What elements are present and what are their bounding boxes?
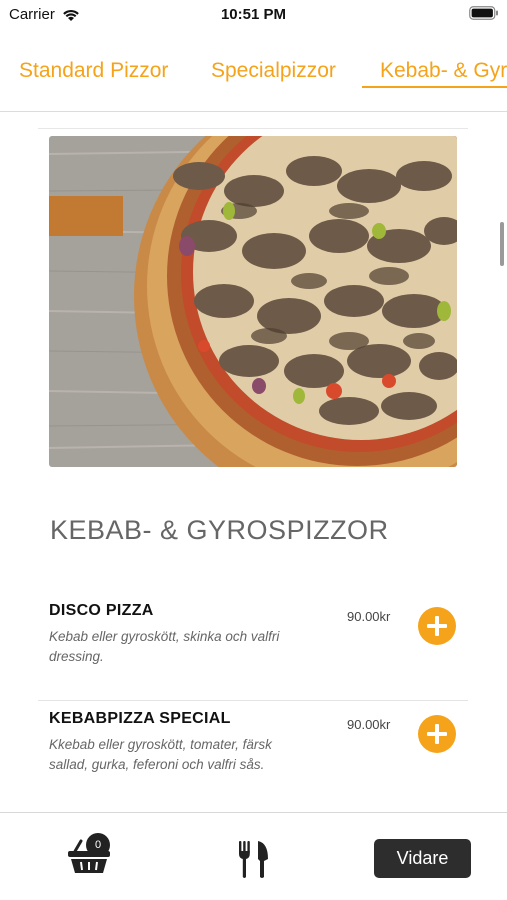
item-name: DISCO PIZZA — [49, 602, 154, 619]
menu-item: DISCO PIZZA Kebab eller gyroskött, skink… — [38, 596, 468, 701]
item-price: 90.00kr — [347, 609, 391, 624]
hero-pizza-image — [49, 136, 457, 467]
cart-count-badge: 0 — [86, 833, 110, 857]
status-bar: Carrier 10:51 PM — [0, 0, 507, 28]
selected-tab-indicator — [362, 86, 507, 88]
item-name: KEBABPIZZA SPECIAL — [49, 710, 231, 727]
tab-specialpizzor[interactable]: Specialpizzor — [211, 59, 336, 83]
add-item-button[interactable] — [418, 607, 456, 645]
status-time: 10:51 PM — [220, 6, 287, 23]
tab-kebab-gyrospizzor[interactable]: Kebab- & Gyrospizzor — [380, 59, 507, 83]
menu-item: KEBABPIZZA SPECIAL Kkebab eller gyrosköt… — [38, 704, 468, 812]
scroll-indicator[interactable] — [500, 222, 504, 266]
category-tabs: Standard Pizzor Specialpizzor Kebab- & G… — [0, 38, 507, 112]
tab-standard-pizzor[interactable]: Standard Pizzor — [19, 59, 168, 83]
item-price: 90.00kr — [347, 717, 391, 732]
section-title: KEBAB- & GYROSPIZZOR — [50, 515, 389, 545]
item-description: Kkebab eller gyroskött, tomater, färsk s… — [49, 737, 272, 772]
battery-icon — [469, 6, 498, 20]
hero-divider — [38, 128, 468, 129]
bottom-bar: 0 Vidare — [0, 813, 507, 900]
next-button[interactable]: Vidare — [374, 839, 471, 878]
add-item-button[interactable] — [418, 715, 456, 753]
cutlery-icon[interactable] — [238, 839, 270, 879]
item-description: Kebab eller gyroskött, skinka och valfri… — [49, 629, 280, 664]
